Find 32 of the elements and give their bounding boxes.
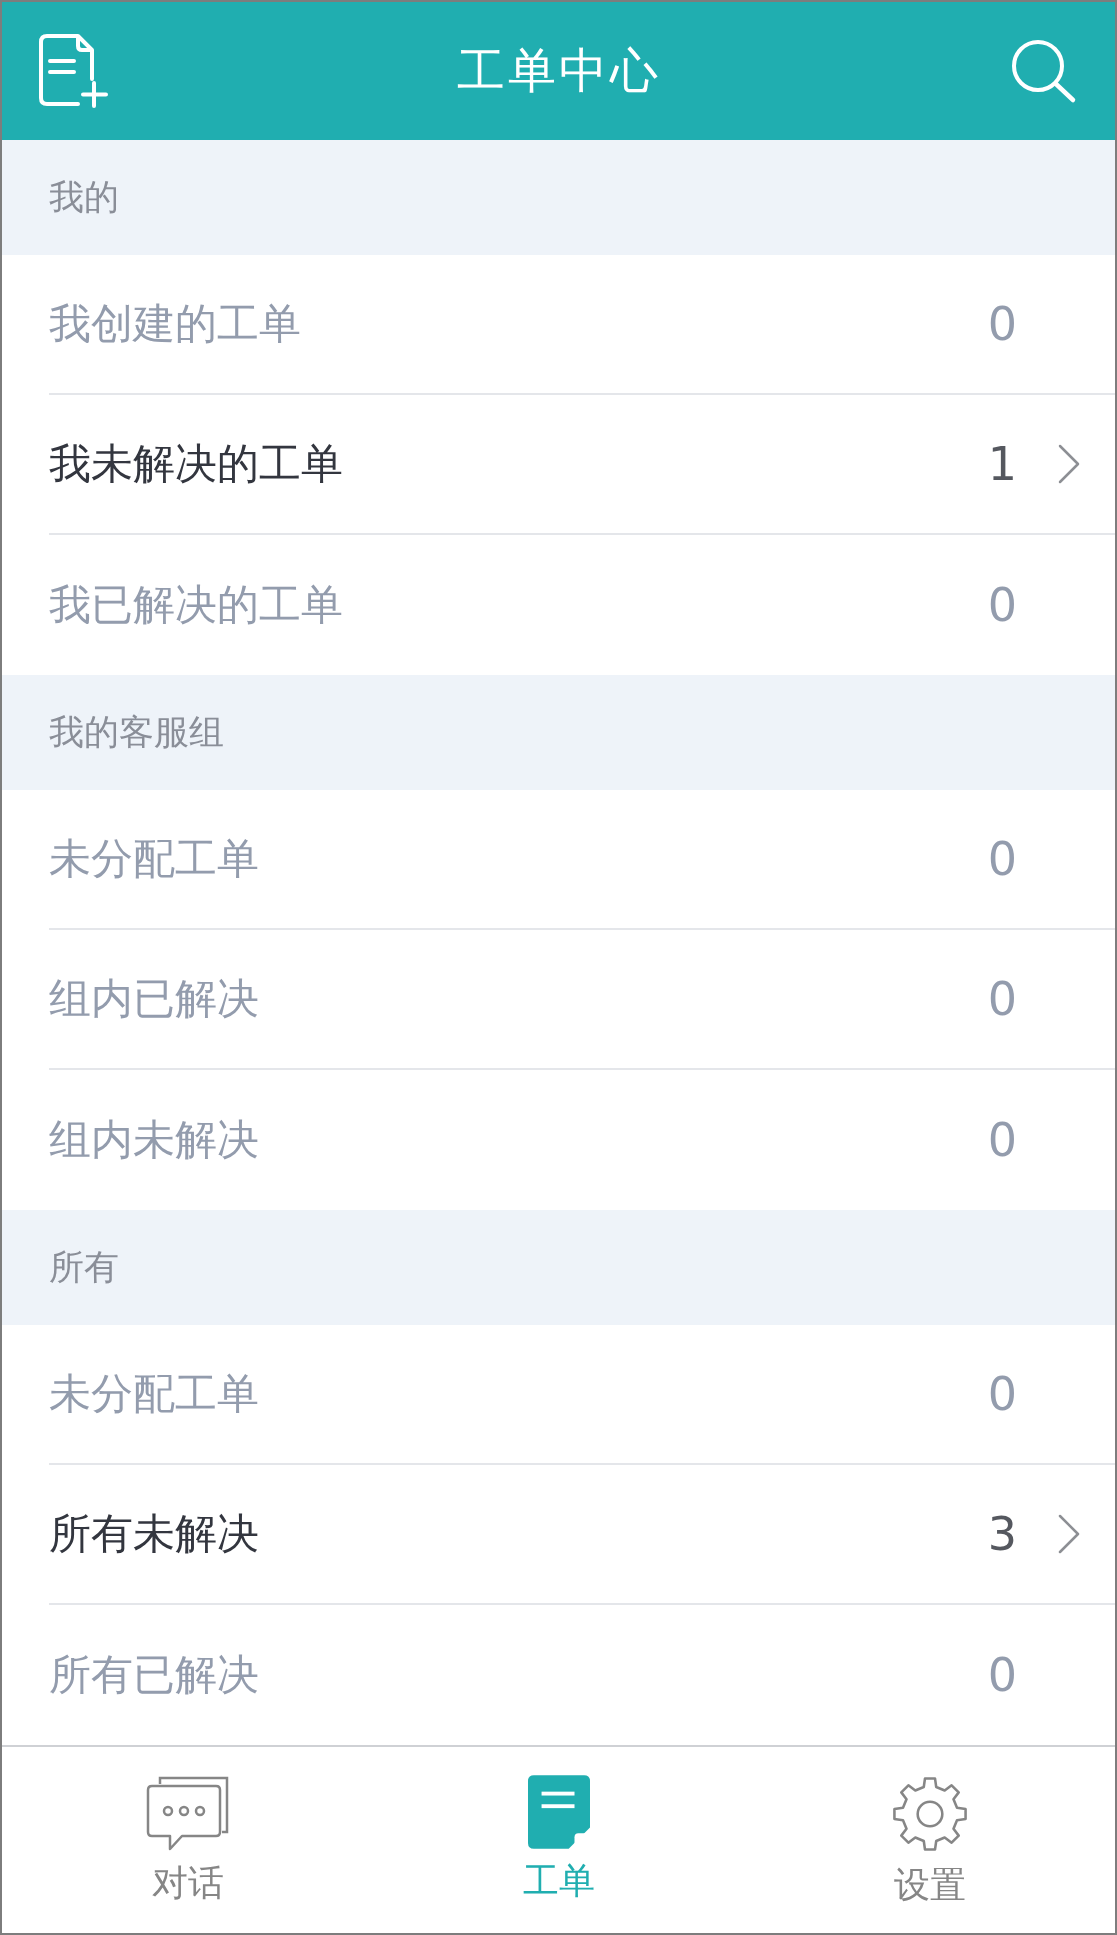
add-document-icon[interactable] xyxy=(38,33,108,109)
count-label: 0 xyxy=(987,1648,1017,1702)
row-label: 组内未解决 xyxy=(49,1114,260,1166)
section-header: 我的客服组 xyxy=(2,675,1115,790)
count-label: 0 xyxy=(987,1113,1017,1167)
row-label: 所有已解决 xyxy=(49,1649,260,1701)
count-label: 0 xyxy=(987,297,1017,351)
page-title: 工单中心 xyxy=(456,41,661,100)
tab-bar-item[interactable]: 对话 xyxy=(2,1747,373,1933)
count-label: 0 xyxy=(987,972,1017,1026)
count-label: 0 xyxy=(987,578,1017,632)
count-label: 1 xyxy=(987,437,1017,491)
tab-bar-item[interactable]: 工单 xyxy=(373,1747,744,1933)
count-label: 3 xyxy=(987,1507,1017,1561)
search-icon[interactable] xyxy=(1009,38,1077,104)
gear-icon xyxy=(890,1775,969,1853)
chevron-icon xyxy=(1057,1513,1081,1555)
tab-bar-item[interactable]: 设置 xyxy=(744,1747,1115,1933)
section-header: 所有 xyxy=(2,1210,1115,1325)
count-label: 0 xyxy=(987,832,1017,886)
row-label: 我创建的工单 xyxy=(49,298,302,350)
chat-bubble-icon xyxy=(145,1775,230,1851)
chevron-icon xyxy=(1057,443,1081,485)
count-label: 0 xyxy=(987,1367,1017,1421)
document-icon xyxy=(527,1775,590,1849)
row-label: 未分配工单 xyxy=(49,1368,260,1420)
row-label: 我未解决的工单 xyxy=(49,438,344,490)
row-label: 所有未解决 xyxy=(49,1508,260,1560)
section-header: 我的 xyxy=(2,140,1115,255)
row-label: 未分配工单 xyxy=(49,833,260,885)
row-label: 组内已解决 xyxy=(49,973,260,1025)
row-label: 我已解决的工单 xyxy=(49,579,344,631)
